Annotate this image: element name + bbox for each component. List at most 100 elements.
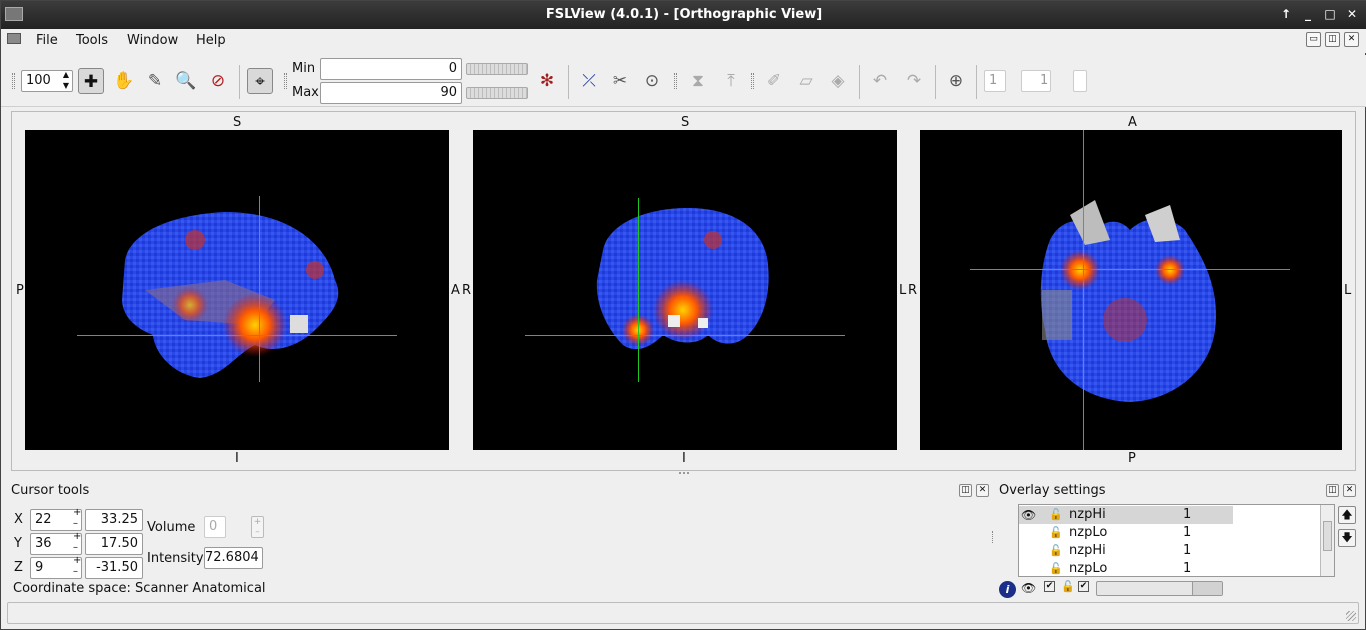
y-down-icon[interactable]: – (73, 542, 78, 553)
lock-icon[interactable]: 🔓 (1049, 524, 1063, 542)
toolbar-grip[interactable] (12, 73, 15, 89)
zoom-value: 100 (26, 73, 51, 88)
sagittal-view[interactable] (25, 130, 449, 450)
overlay-list-scrollbar[interactable] (1320, 505, 1334, 576)
pencil-icon[interactable]: ✎ (142, 68, 168, 94)
cursor-tools-close-icon[interactable]: ✕ (976, 484, 989, 497)
overlay-row[interactable]: 👁 🔓 nzpHi 1 (1019, 506, 1233, 524)
z-up-icon[interactable]: + (73, 555, 81, 566)
menu-help[interactable]: Help (196, 33, 226, 48)
view1-bottom-label: I (235, 451, 239, 466)
crosshair-vertical (1083, 130, 1084, 450)
crosshair-vertical (259, 196, 260, 382)
min-slider[interactable] (466, 63, 528, 75)
checkbox-icon[interactable]: ✔ (1044, 581, 1055, 592)
crosshair-horizontal (77, 335, 397, 336)
app-window: FSLView (4.0.1) - [Orthographic View] ↑ … (0, 0, 1366, 630)
slice-spinbox-a[interactable]: 1 (984, 70, 1006, 92)
z-down-icon[interactable]: – (73, 566, 78, 577)
crosshair-horizontal (970, 269, 1290, 270)
zoom-down-icon[interactable]: ▼ (63, 81, 69, 90)
menu-window[interactable]: Window (127, 33, 178, 48)
fill-bucket-icon[interactable]: ◈ (825, 68, 851, 94)
x-mm-field[interactable]: 33.25 (85, 509, 143, 531)
zoom-spinbox[interactable]: 100 ▲ ▼ (21, 70, 73, 92)
mdi-restore-icon[interactable]: ◫ (1325, 32, 1340, 47)
goto-cursor-icon[interactable]: ⊕ (943, 68, 969, 94)
keep-above-icon[interactable]: ↑ (1279, 6, 1293, 22)
tools-icon[interactable]: ✂ (607, 68, 633, 94)
lock-toggle-icon[interactable]: 🔓 (1061, 580, 1075, 593)
overlay-name: nzpLo (1069, 525, 1108, 540)
overlay-close-icon[interactable]: ✕ (1343, 484, 1356, 497)
zoom-up-icon[interactable]: ▲ (63, 70, 69, 79)
x-down-icon[interactable]: – (73, 518, 78, 529)
max-slider[interactable] (466, 87, 528, 99)
mdi-window-icon[interactable] (7, 33, 21, 44)
binoculars-icon[interactable]: ⊙ (639, 68, 665, 94)
lock-icon[interactable]: 🔓 (1049, 506, 1063, 524)
transform-axes-icon[interactable]: ⤫ (576, 68, 602, 94)
overlay-value: 1 (1183, 561, 1192, 576)
transparency-slider[interactable] (1096, 581, 1223, 596)
eye-icon[interactable]: 👁 (1021, 506, 1036, 524)
checkbox-icon[interactable]: ✔ (1078, 581, 1089, 592)
y-up-icon[interactable]: + (73, 531, 81, 542)
upload-icon[interactable]: ⤒ (718, 68, 744, 94)
volume-spinbox[interactable]: 0 (204, 516, 226, 538)
zoom-reset-icon[interactable]: ⊘ (205, 68, 231, 94)
bricon-reset-icon[interactable]: ✻ (534, 68, 560, 94)
overlay-value: 1 (1183, 525, 1192, 540)
redo-icon[interactable]: ↷ (901, 68, 927, 94)
status-bar (7, 602, 1359, 624)
overlay-float-icon[interactable]: ◫ (1326, 484, 1339, 497)
panel-splitter[interactable] (992, 531, 995, 543)
view2-top-label: S (681, 115, 690, 130)
window-title: FSLView (4.0.1) - [Orthographic View] (545, 7, 823, 22)
overlay-row[interactable]: 🔓 nzpLo 1 (1019, 560, 1319, 576)
maximize-icon[interactable]: □ (1323, 6, 1337, 22)
undo-icon[interactable]: ↶ (867, 68, 893, 94)
coronal-view[interactable] (473, 130, 897, 450)
info-icon[interactable]: i (999, 581, 1016, 598)
fill-slice-icon[interactable]: ⧗ (685, 68, 711, 94)
minimize-icon[interactable]: _ (1301, 6, 1315, 22)
lock-icon[interactable]: 🔓 (1049, 542, 1063, 560)
move-up-icon[interactable]: 🡅 (1338, 506, 1356, 524)
view3-right-label: L (1344, 283, 1352, 298)
eraser-icon[interactable]: ▱ (793, 68, 819, 94)
min-field[interactable]: 0 (320, 58, 462, 80)
overlay-row[interactable]: 🔓 nzpHi 1 (1019, 542, 1319, 560)
overlay-name: nzpHi (1069, 543, 1106, 558)
slider-handle[interactable] (1192, 582, 1222, 595)
slice-spinbox-b[interactable]: 1 (1021, 70, 1051, 92)
menu-bar: File Tools Window Help ▭ ◫ ✕ (1, 29, 1366, 53)
close-icon[interactable]: ✕ (1345, 6, 1359, 22)
eye-toggle-icon[interactable]: 👁 (1021, 581, 1036, 595)
zoom-magnifier-icon[interactable]: 🔍 (173, 68, 199, 94)
slice-stepper[interactable] (1073, 70, 1087, 92)
menu-file[interactable]: File (36, 33, 58, 48)
menu-tools[interactable]: Tools (76, 33, 108, 48)
lock-icon[interactable]: 🔓 (1049, 560, 1063, 576)
max-field[interactable]: 90 (320, 82, 462, 104)
scrollbar-thumb[interactable] (1323, 521, 1332, 551)
volume-stepper[interactable]: + – (251, 516, 264, 538)
pan-hand-icon[interactable]: ✋ (111, 68, 137, 94)
x-up-icon[interactable]: + (73, 507, 81, 518)
pen-icon[interactable]: ✐ (761, 68, 787, 94)
move-down-icon[interactable]: 🡇 (1338, 529, 1356, 547)
z-mm-field[interactable]: -31.50 (85, 557, 143, 579)
mdi-minimize-icon[interactable]: ▭ (1306, 32, 1321, 47)
axial-view[interactable] (920, 130, 1342, 450)
y-mm-field[interactable]: 17.50 (85, 533, 143, 555)
crosshair-toggle-icon[interactable]: ⌖ (247, 68, 273, 94)
overlay-row[interactable]: 🔓 nzpLo 1 (1019, 524, 1319, 542)
resize-grip-icon[interactable] (1346, 611, 1356, 621)
mdi-close-icon[interactable]: ✕ (1344, 32, 1359, 47)
cursor-tool-icon[interactable]: ✚ (78, 68, 104, 94)
intensity-field: 72.6804 (204, 547, 263, 569)
splitter-handle[interactable] (679, 472, 689, 474)
intensity-label: Intensity (147, 551, 204, 566)
cursor-tools-float-icon[interactable]: ◫ (959, 484, 972, 497)
